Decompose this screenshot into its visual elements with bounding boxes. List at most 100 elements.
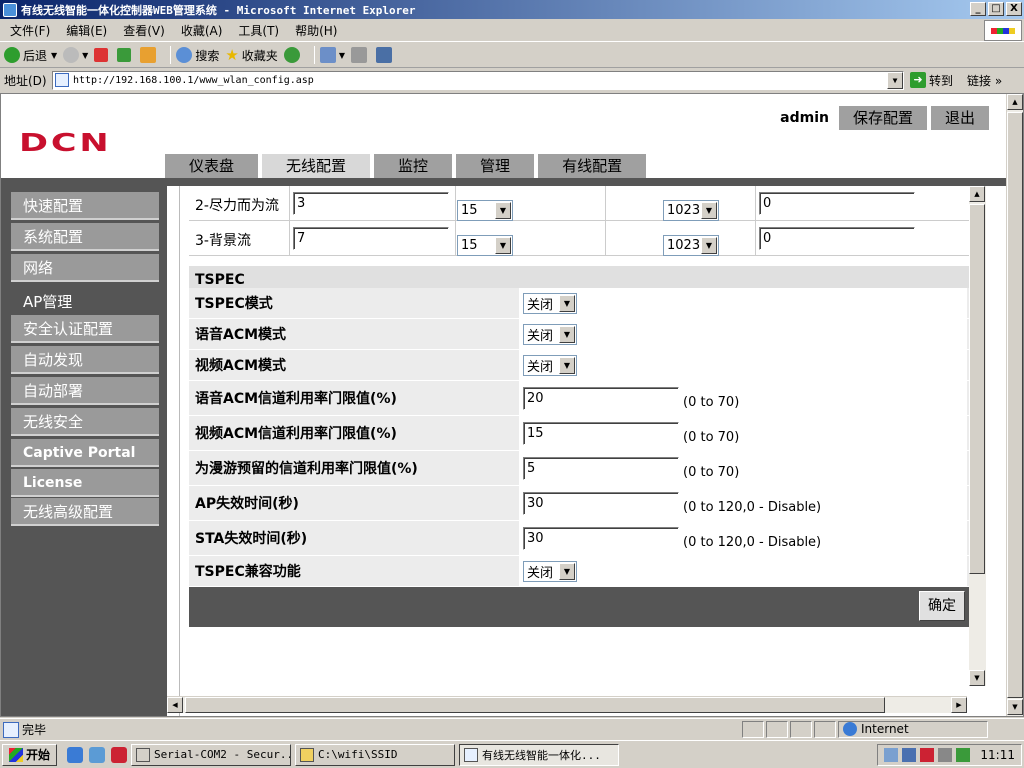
- task-folder-ssid[interactable]: C:\wifi\SSID: [295, 743, 456, 766]
- window-title: 有线无线智能一体化控制器WEB管理系统 - Microsoft Internet…: [21, 3, 416, 17]
- address-input[interactable]: http://192.168.100.1/www_wlan_config.asp…: [52, 70, 904, 90]
- dropdown-arrow-icon: ▼: [559, 325, 575, 343]
- start-button[interactable]: 开始: [2, 743, 58, 766]
- video-acm-select[interactable]: 关闭 ▼: [523, 354, 577, 376]
- refresh-button[interactable]: [117, 48, 134, 62]
- edit-button[interactable]: [375, 47, 395, 63]
- sidebar-item-captive-portal[interactable]: Captive Portal: [11, 439, 159, 467]
- print-button[interactable]: [350, 47, 370, 63]
- tab-dashboard[interactable]: 仪表盘: [165, 154, 259, 178]
- media-button[interactable]: [283, 47, 303, 63]
- cwmin-select[interactable]: 15 ▼: [457, 199, 513, 221]
- horizontal-scrollbar[interactable]: ◀ ▶: [167, 696, 967, 713]
- sidebar-item-quick-config[interactable]: 快速配置: [11, 192, 159, 220]
- page-header: DCN admin 保存配置 退出 仪表盘 无线配置 监控 管理 有线配置: [1, 94, 1007, 178]
- sidebar-item-system-config[interactable]: 系统配置: [11, 223, 159, 251]
- sidebar-item-wireless-security[interactable]: 无线安全: [11, 408, 159, 436]
- app-tray-icon[interactable]: [920, 748, 935, 762]
- frame-vertical-scrollbar[interactable]: ▲ ▼: [969, 186, 986, 686]
- tspec-compat-select[interactable]: 关闭 ▼: [523, 560, 577, 582]
- cwmax-select[interactable]: 1023 ▼: [663, 234, 719, 256]
- scroll-left-icon[interactable]: ◀: [167, 697, 183, 713]
- sidebar-item-license[interactable]: License: [11, 469, 159, 497]
- maximize-button[interactable]: □: [988, 2, 1004, 16]
- close-button[interactable]: X: [1006, 2, 1022, 16]
- sta-timeout-input[interactable]: 30: [523, 526, 679, 550]
- status-text: 完毕: [0, 721, 742, 738]
- voice-acm-select[interactable]: 关闭 ▼: [523, 323, 577, 345]
- edit-icon: [375, 47, 392, 63]
- scroll-up-icon[interactable]: ▲: [969, 186, 985, 202]
- status-panel: [766, 720, 788, 738]
- favorites-button[interactable]: ★ 收藏夹: [225, 46, 277, 64]
- links-button[interactable]: 链接 »: [967, 72, 1002, 89]
- scroll-thumb[interactable]: [185, 697, 885, 713]
- scroll-up-icon[interactable]: ▲: [1007, 94, 1023, 110]
- cwmin-select[interactable]: 15 ▼: [457, 234, 513, 256]
- field-control: 关闭 ▼: [519, 350, 967, 380]
- sidebar-item-auto-discovery[interactable]: 自动发现: [11, 346, 159, 374]
- menu-file[interactable]: 文件(F): [4, 22, 60, 39]
- tab-wireless-config[interactable]: 无线配置: [262, 154, 371, 178]
- search-button[interactable]: 搜索: [176, 47, 219, 64]
- scroll-thumb[interactable]: [1007, 112, 1023, 698]
- ok-button[interactable]: 确定: [919, 591, 965, 621]
- form-row: STA失效时间(秒) 30 (0 to 120,0 - Disable): [189, 521, 969, 556]
- menu-tools[interactable]: 工具(T): [232, 22, 289, 39]
- sidebar-item-auto-deploy[interactable]: 自动部署: [11, 377, 159, 405]
- tab-wired-config[interactable]: 有线配置: [538, 154, 647, 178]
- save-config-button[interactable]: 保存配置: [838, 106, 927, 130]
- menu-favorites[interactable]: 收藏(A): [175, 22, 233, 39]
- scroll-down-icon[interactable]: ▼: [969, 670, 985, 686]
- go-button[interactable]: ➜ 转到: [910, 72, 953, 89]
- video-acm-threshold-input[interactable]: 15: [523, 421, 679, 445]
- sidebar-item-security-auth[interactable]: 安全认证配置: [11, 315, 159, 343]
- menu-view[interactable]: 查看(V): [117, 22, 175, 39]
- scroll-down-icon[interactable]: ▼: [1007, 699, 1023, 715]
- stop-button[interactable]: [94, 48, 111, 62]
- address-dropdown-icon[interactable]: ▼: [887, 71, 903, 89]
- ie-launch-icon[interactable]: [67, 746, 84, 763]
- page-vertical-scrollbar[interactable]: ▲ ▼: [1006, 94, 1023, 716]
- roaming-threshold-input[interactable]: 5: [523, 456, 679, 480]
- forward-button[interactable]: ▼: [63, 47, 88, 63]
- task-serial-com2[interactable]: Serial-COM2 - Secur...: [131, 743, 292, 766]
- aifs-input[interactable]: 7: [293, 227, 449, 250]
- txop-input[interactable]: 0: [759, 192, 915, 215]
- tab-monitor[interactable]: 监控: [374, 154, 453, 178]
- monitor-icon[interactable]: [902, 748, 917, 762]
- home-button[interactable]: [140, 47, 159, 63]
- txop-input[interactable]: 0: [759, 227, 915, 250]
- tab-management[interactable]: 管理: [456, 154, 535, 178]
- keyboard-icon[interactable]: [938, 748, 953, 762]
- menu-help[interactable]: 帮助(H): [289, 22, 347, 39]
- voice-acm-threshold-input[interactable]: 20: [523, 386, 679, 410]
- mail-button[interactable]: ▼: [319, 47, 345, 63]
- field-label: AP失效时间(秒): [195, 496, 299, 512]
- cwmax-select[interactable]: 1023 ▼: [663, 199, 719, 221]
- taskbar: 开始 Serial-COM2 - Secur... C:\wifi\SSID 有…: [0, 740, 1024, 768]
- sidebar-item-wireless-advanced[interactable]: 无线高级配置: [11, 498, 159, 526]
- volume-icon[interactable]: [956, 748, 971, 762]
- ie-alt-launch-icon[interactable]: [89, 746, 106, 763]
- app-launch-icon[interactable]: [111, 746, 128, 763]
- sidebar-item-ap-management[interactable]: AP管理: [11, 288, 159, 316]
- menu-edit[interactable]: 编辑(E): [60, 22, 117, 39]
- task-ie-window[interactable]: 有线无线智能一体化...: [459, 743, 620, 766]
- column-divider: [605, 221, 606, 256]
- ap-timeout-input[interactable]: 30: [523, 491, 679, 515]
- back-button[interactable]: 后退 ▼: [4, 47, 57, 64]
- minimize-button[interactable]: _: [970, 2, 986, 16]
- back-arrow-icon: [4, 47, 20, 63]
- scroll-right-icon[interactable]: ▶: [951, 697, 967, 713]
- tspec-mode-select[interactable]: 关闭 ▼: [523, 292, 577, 314]
- aifs-input[interactable]: 3: [293, 192, 449, 215]
- scroll-thumb[interactable]: [969, 204, 985, 574]
- star-icon: ★: [225, 46, 239, 64]
- field-control: 关闭 ▼: [519, 319, 967, 349]
- toolbar-separator: [313, 46, 315, 64]
- sidebar-item-network[interactable]: 网络: [11, 254, 159, 282]
- logout-button[interactable]: 退出: [930, 106, 989, 130]
- network-icon[interactable]: [884, 748, 899, 762]
- address-label: 地址(D): [4, 73, 47, 88]
